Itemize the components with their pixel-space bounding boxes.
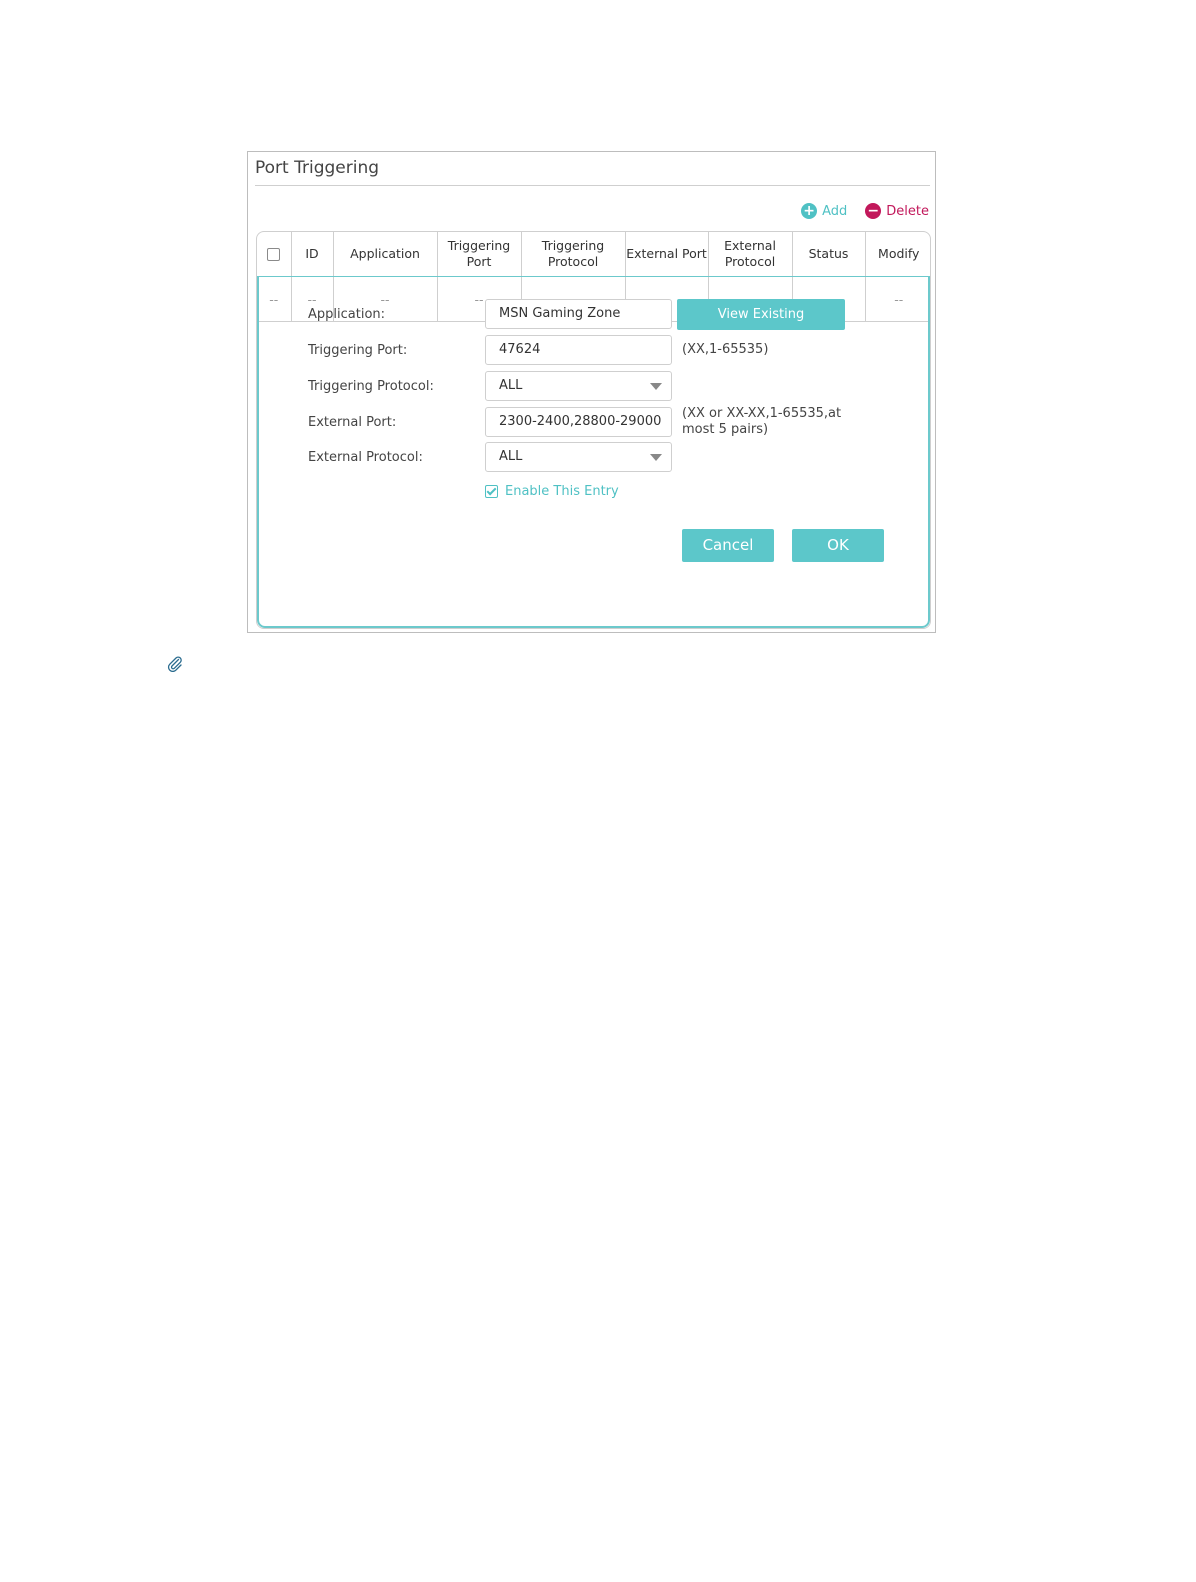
enable-entry-toggle[interactable]: Enable This Entry xyxy=(485,484,619,499)
view-existing-applications-button[interactable]: View Existing Applications xyxy=(677,299,845,353)
table-header-row: ID Application Triggering Port Triggerin… xyxy=(257,232,930,277)
panel-title: Port Triggering xyxy=(255,158,380,178)
header-external-port: External Port xyxy=(624,232,708,277)
external-protocol-select[interactable]: ALL xyxy=(485,442,672,472)
title-divider xyxy=(255,185,930,186)
triggering-protocol-value: ALL xyxy=(499,378,523,393)
enable-entry-checkbox[interactable] xyxy=(485,485,498,498)
add-button[interactable]: + Add xyxy=(801,203,847,219)
dropdown-arrow-icon xyxy=(650,454,662,461)
port-triggering-panel: Port Triggering + Add − Delete ID Applic… xyxy=(247,151,936,633)
header-status: Status xyxy=(791,232,865,277)
cancel-button[interactable]: Cancel xyxy=(682,529,774,562)
application-input[interactable]: MSN Gaming Zone xyxy=(485,299,672,329)
triggering-port-input[interactable]: 47624 xyxy=(485,335,672,365)
external-protocol-label: External Protocol: xyxy=(308,450,423,465)
delete-label: Delete xyxy=(886,203,929,219)
select-all-cell xyxy=(257,232,291,277)
header-triggering-port: Triggering Port xyxy=(436,232,521,277)
header-application: Application xyxy=(332,232,437,277)
header-external-protocol: External Protocol xyxy=(707,232,792,277)
entry-editor: Application: MSN Gaming Zone View Existi… xyxy=(257,276,930,628)
application-label: Application: xyxy=(308,307,386,322)
ok-button[interactable]: OK xyxy=(792,529,884,562)
external-port-hint: (XX or XX-XX,1-65535,at most 5 pairs) xyxy=(682,406,842,437)
delete-button[interactable]: − Delete xyxy=(865,203,929,219)
minus-circle-icon: − xyxy=(865,203,882,219)
dropdown-arrow-icon xyxy=(650,383,662,390)
header-modify: Modify xyxy=(864,232,930,277)
header-id: ID xyxy=(290,232,333,277)
external-protocol-value: ALL xyxy=(499,449,523,464)
enable-entry-label: Enable This Entry xyxy=(505,484,619,499)
header-triggering-protocol: Triggering Protocol xyxy=(520,232,625,277)
triggering-protocol-select[interactable]: ALL xyxy=(485,371,672,401)
paperclip-icon xyxy=(167,656,182,672)
toolbar: + Add − Delete xyxy=(801,203,929,219)
triggering-port-label: Triggering Port: xyxy=(308,343,408,358)
triggering-protocol-label: Triggering Protocol: xyxy=(308,379,434,394)
external-port-input[interactable]: 2300-2400,28800-29000 xyxy=(485,407,672,437)
plus-circle-icon: + xyxy=(801,203,818,219)
external-port-label: External Port: xyxy=(308,415,397,430)
triggering-port-hint: (XX,1-65535) xyxy=(682,342,769,357)
select-all-checkbox[interactable] xyxy=(267,248,281,261)
add-label: Add xyxy=(822,203,848,219)
rules-table-container: ID Application Triggering Port Triggerin… xyxy=(256,231,931,629)
